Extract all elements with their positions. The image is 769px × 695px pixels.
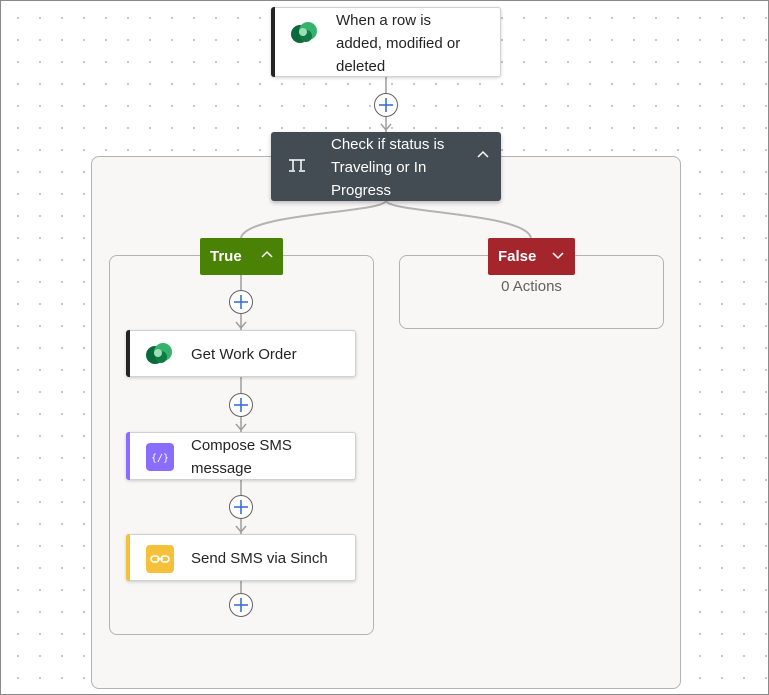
plus-icon	[234, 598, 248, 612]
false-branch-label: False	[498, 248, 537, 265]
plus-icon	[379, 98, 393, 112]
add-step-button[interactable]	[229, 593, 253, 617]
plus-icon	[234, 500, 248, 514]
condition-title: Check if status is Traveling or In Progr…	[331, 136, 445, 199]
chevron-up-icon[interactable]	[260, 248, 274, 262]
action-title: Compose SMS message	[191, 437, 292, 477]
insert-step-button[interactable]	[229, 495, 253, 519]
trigger-accent-bar	[271, 7, 275, 77]
compose-icon: {/}	[146, 443, 174, 471]
action-title: Send SMS via Sinch	[191, 550, 328, 567]
action-accent-bar	[126, 534, 130, 581]
plus-icon	[234, 295, 248, 309]
condition-card[interactable]: Check if status is Traveling or In Progr…	[271, 132, 501, 201]
false-branch-header[interactable]: False	[488, 238, 575, 275]
trigger-card[interactable]: When a row is added, modified or deleted	[271, 7, 501, 77]
insert-step-button[interactable]	[374, 93, 398, 117]
action-card-compose-sms[interactable]: {/} Compose SMS message	[126, 432, 356, 480]
action-title: Get Work Order	[191, 346, 297, 363]
sinch-icon	[146, 545, 174, 573]
trigger-title: When a row is added, modified or deleted	[336, 12, 461, 75]
insert-step-button[interactable]	[229, 393, 253, 417]
true-branch-header[interactable]: True	[200, 238, 283, 275]
insert-step-button[interactable]	[229, 290, 253, 314]
false-branch-empty-text: 0 Actions	[501, 278, 562, 295]
action-card-get-work-order[interactable]: Get Work Order	[126, 330, 356, 377]
flow-canvas[interactable]: When a row is added, modified or deleted…	[0, 0, 769, 695]
true-branch-label: True	[210, 248, 242, 265]
dataverse-icon	[144, 339, 174, 369]
condition-icon	[287, 156, 307, 181]
svg-text:{/}: {/}	[151, 453, 169, 464]
dataverse-icon	[289, 18, 319, 48]
action-accent-bar	[126, 330, 130, 377]
action-accent-bar	[126, 432, 130, 480]
action-card-send-sms[interactable]: Send SMS via Sinch	[126, 534, 356, 581]
chevron-up-icon[interactable]	[476, 148, 490, 167]
plus-icon	[234, 398, 248, 412]
chevron-down-icon[interactable]	[551, 248, 565, 262]
